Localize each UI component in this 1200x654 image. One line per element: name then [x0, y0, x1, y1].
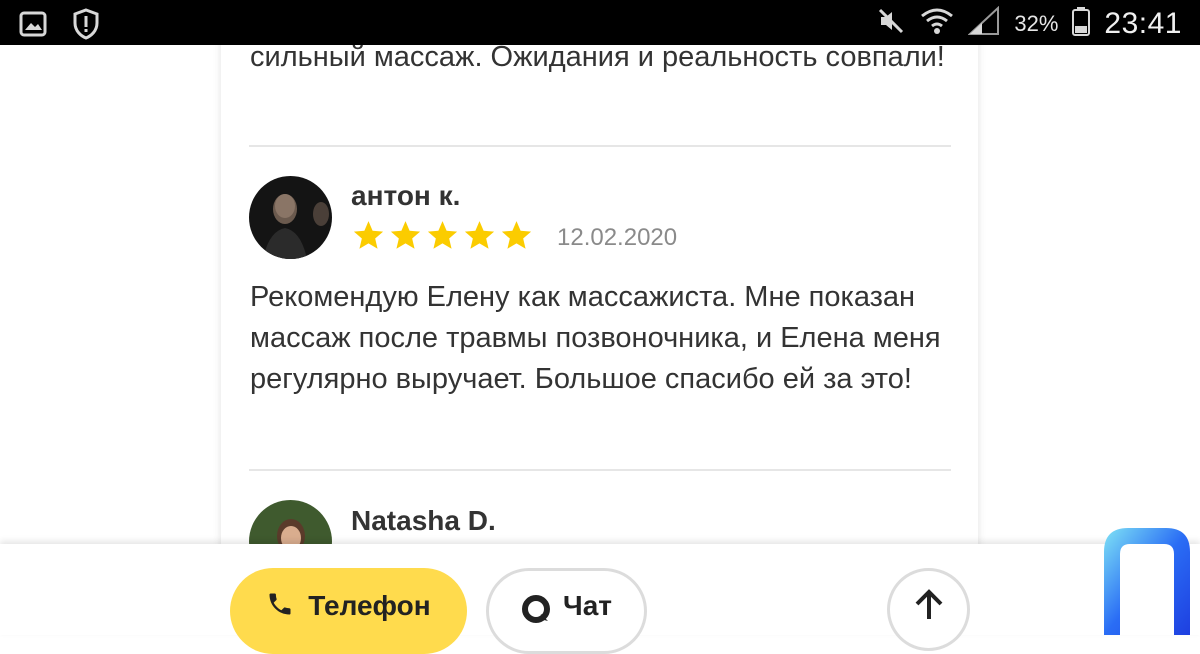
review-text: Рекомендую Елену как массажиста. Мне пок… [250, 281, 941, 395]
avatar[interactable] [249, 176, 332, 259]
status-bar-left [18, 8, 100, 45]
status-bar: 32% 23:41 [0, 0, 1200, 45]
review-divider [249, 469, 951, 471]
chat-icon [521, 594, 551, 631]
gallery-notification-icon [18, 9, 48, 44]
bottom-action-bar: Телефон Чат [0, 544, 1200, 654]
star-icon [353, 221, 384, 249]
mute-icon [876, 6, 906, 41]
star-icon [390, 221, 421, 249]
review-divider [249, 145, 951, 147]
signal-icon [967, 5, 1000, 41]
phone-icon [266, 590, 294, 625]
scroll-to-top-button[interactable] [887, 568, 970, 651]
brand-logo-icon [1100, 522, 1192, 640]
chat-button-label: Чат [563, 590, 612, 621]
clock: 23:41 [1104, 6, 1182, 40]
wifi-icon [920, 6, 954, 41]
review-author[interactable]: Natasha D. [351, 505, 496, 537]
phone-button[interactable]: Телефон [230, 568, 467, 654]
battery-icon [1072, 6, 1091, 41]
shield-alert-icon [72, 8, 100, 45]
phone-button-label: Телефон [308, 590, 431, 621]
arrow-up-icon [912, 587, 946, 624]
review-author[interactable]: антон к. [351, 180, 460, 212]
review-date: 12.02.2020 [557, 224, 678, 251]
status-bar-right: 32% 23:41 [876, 5, 1182, 41]
star-icon [427, 221, 458, 249]
reviews-card: сильный массаж. Ожидания и реальность со… [221, 0, 978, 590]
star-icon [501, 221, 532, 249]
chat-button[interactable]: Чат [486, 568, 647, 654]
star-rating [351, 219, 534, 253]
star-icon [464, 221, 495, 249]
battery-percent: 32% [1014, 10, 1059, 36]
